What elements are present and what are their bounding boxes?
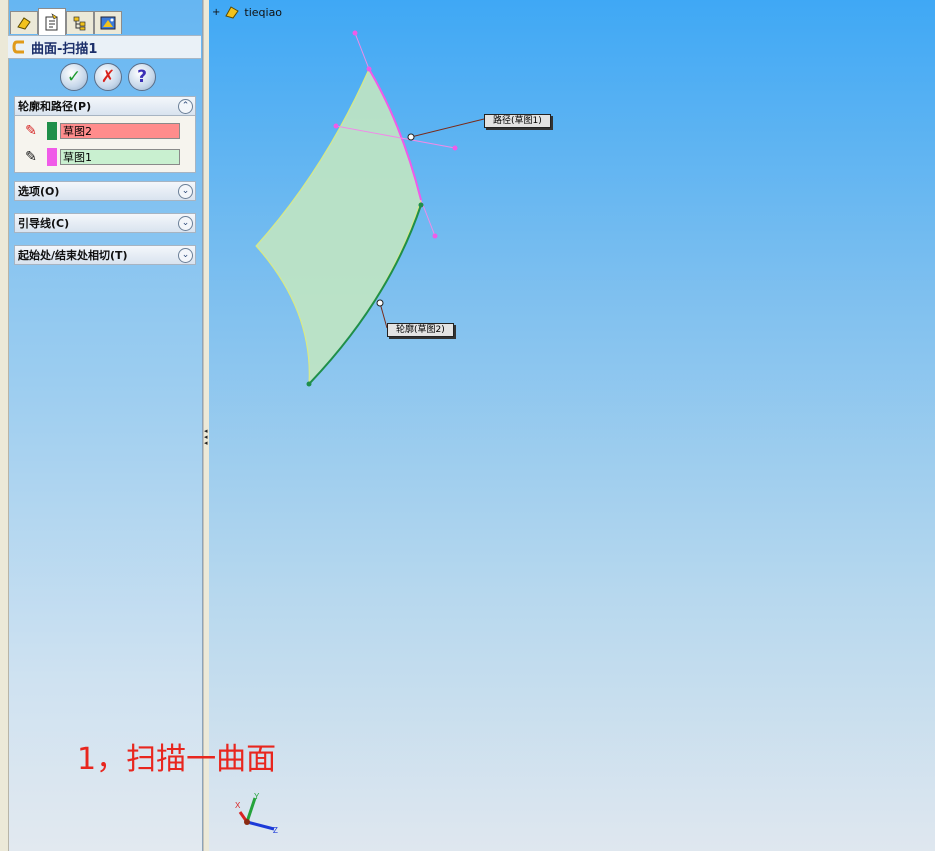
profile-color-swatch xyxy=(47,122,57,140)
manager-tabs xyxy=(8,8,202,35)
path-callout-anchor xyxy=(407,133,415,141)
section-profile-and-path: 轮廓和路径(P) ⌃ ✎ 草图2 ✎ 草图1 xyxy=(14,96,196,173)
path-color-swatch xyxy=(47,148,57,166)
tab-property-manager[interactable] xyxy=(38,8,66,35)
profile-callout[interactable]: 轮廓(草图2) xyxy=(387,323,454,337)
path-handle-point xyxy=(333,123,339,129)
help-button[interactable]: ? xyxy=(128,63,156,91)
cancel-button[interactable]: ✗ xyxy=(94,63,122,91)
section-header-options[interactable]: 选项(O) ⌄ xyxy=(14,181,196,201)
profile-field[interactable]: 草图2 xyxy=(60,123,180,139)
configuration-manager-icon xyxy=(73,16,86,31)
section-header-profile-and-path[interactable]: 轮廓和路径(P) ⌃ xyxy=(14,96,196,116)
section-header-start-end-tangency[interactable]: 起始处/结束处相切(T) ⌄ xyxy=(14,245,196,265)
profile-end-point xyxy=(306,381,312,387)
section-guide-curves: 引导线(C) ⌄ xyxy=(14,213,196,233)
splitter-grip-icon[interactable]: ◂ ◂ ◂ xyxy=(204,428,208,447)
close-icon: ✗ xyxy=(100,67,116,87)
section-label: 引导线(C) xyxy=(18,217,70,230)
property-manager-panel: 曲面-扫描1 ✓ ✗ ? 轮廓和路径(P) ⌃ ✎ 草图2 ✎ 草图1 选项(O… xyxy=(0,0,203,851)
path-tangent-handle xyxy=(354,32,370,70)
section-body-profile-and-path: ✎ 草图2 ✎ 草图1 xyxy=(14,116,196,173)
tab-feature-manager[interactable] xyxy=(10,11,38,34)
path-selection-row: ✎ 草图1 xyxy=(19,147,180,167)
display-manager-icon xyxy=(100,16,116,30)
section-label: 轮廓和路径(P) xyxy=(18,100,92,113)
axis-x-label: X xyxy=(235,801,241,810)
section-label: 起始处/结束处相切(T) xyxy=(18,249,128,262)
profile-callout-leader xyxy=(379,302,388,329)
action-buttons: ✓ ✗ ? xyxy=(60,63,156,91)
path-callout-leader xyxy=(410,118,485,138)
section-options: 选项(O) ⌄ xyxy=(14,181,196,201)
profile-selection-row: ✎ 草图2 xyxy=(19,121,180,141)
graphics-viewport[interactable]: + tieqiao X Y Z 路径(草图1) 轮廓(草图2) 1，扫描一曲面 xyxy=(77,0,935,851)
collapse-icon[interactable]: ⌃ xyxy=(178,98,193,114)
annotation-caption: 1，扫描一曲面 xyxy=(77,742,277,777)
path-end-point xyxy=(366,66,372,72)
feature-title-bar: 曲面-扫描1 xyxy=(8,35,201,59)
section-header-guide-curves[interactable]: 引导线(C) ⌄ xyxy=(14,213,196,233)
check-icon: ✓ xyxy=(66,67,82,87)
path-handle-point xyxy=(432,233,438,239)
expand-icon[interactable]: ⌄ xyxy=(178,247,193,263)
profile-select-icon[interactable]: ✎ xyxy=(19,121,43,141)
section-label: 选项(O) xyxy=(18,185,60,198)
feature-manager-icon xyxy=(17,17,31,30)
axis-y-label: Y xyxy=(254,792,260,801)
profile-callout-anchor xyxy=(376,299,384,307)
ok-button[interactable]: ✓ xyxy=(60,63,88,91)
tab-configuration-manager[interactable] xyxy=(66,11,94,34)
view-triad-icon xyxy=(238,797,275,831)
axis-z-label: Z xyxy=(273,826,278,835)
path-field[interactable]: 草图1 xyxy=(60,149,180,165)
profile-end-point xyxy=(418,202,424,208)
path-handle-point xyxy=(452,145,458,151)
path-select-icon[interactable]: ✎ xyxy=(19,147,43,167)
expand-icon[interactable]: ⌄ xyxy=(178,215,193,231)
panel-edge xyxy=(0,0,9,851)
section-start-end-tangency: 起始处/结束处相切(T) ⌄ xyxy=(14,245,196,265)
help-icon: ? xyxy=(137,67,147,87)
sweep-surface-icon xyxy=(12,40,24,54)
path-handle-point xyxy=(352,30,358,36)
feature-title: 曲面-扫描1 xyxy=(31,41,98,57)
expand-icon[interactable]: ⌄ xyxy=(178,183,193,199)
model-canvas: X Y Z xyxy=(235,30,485,835)
tab-display-manager[interactable] xyxy=(94,11,122,34)
property-manager-icon xyxy=(45,13,58,31)
path-callout[interactable]: 路径(草图1) xyxy=(484,114,551,128)
